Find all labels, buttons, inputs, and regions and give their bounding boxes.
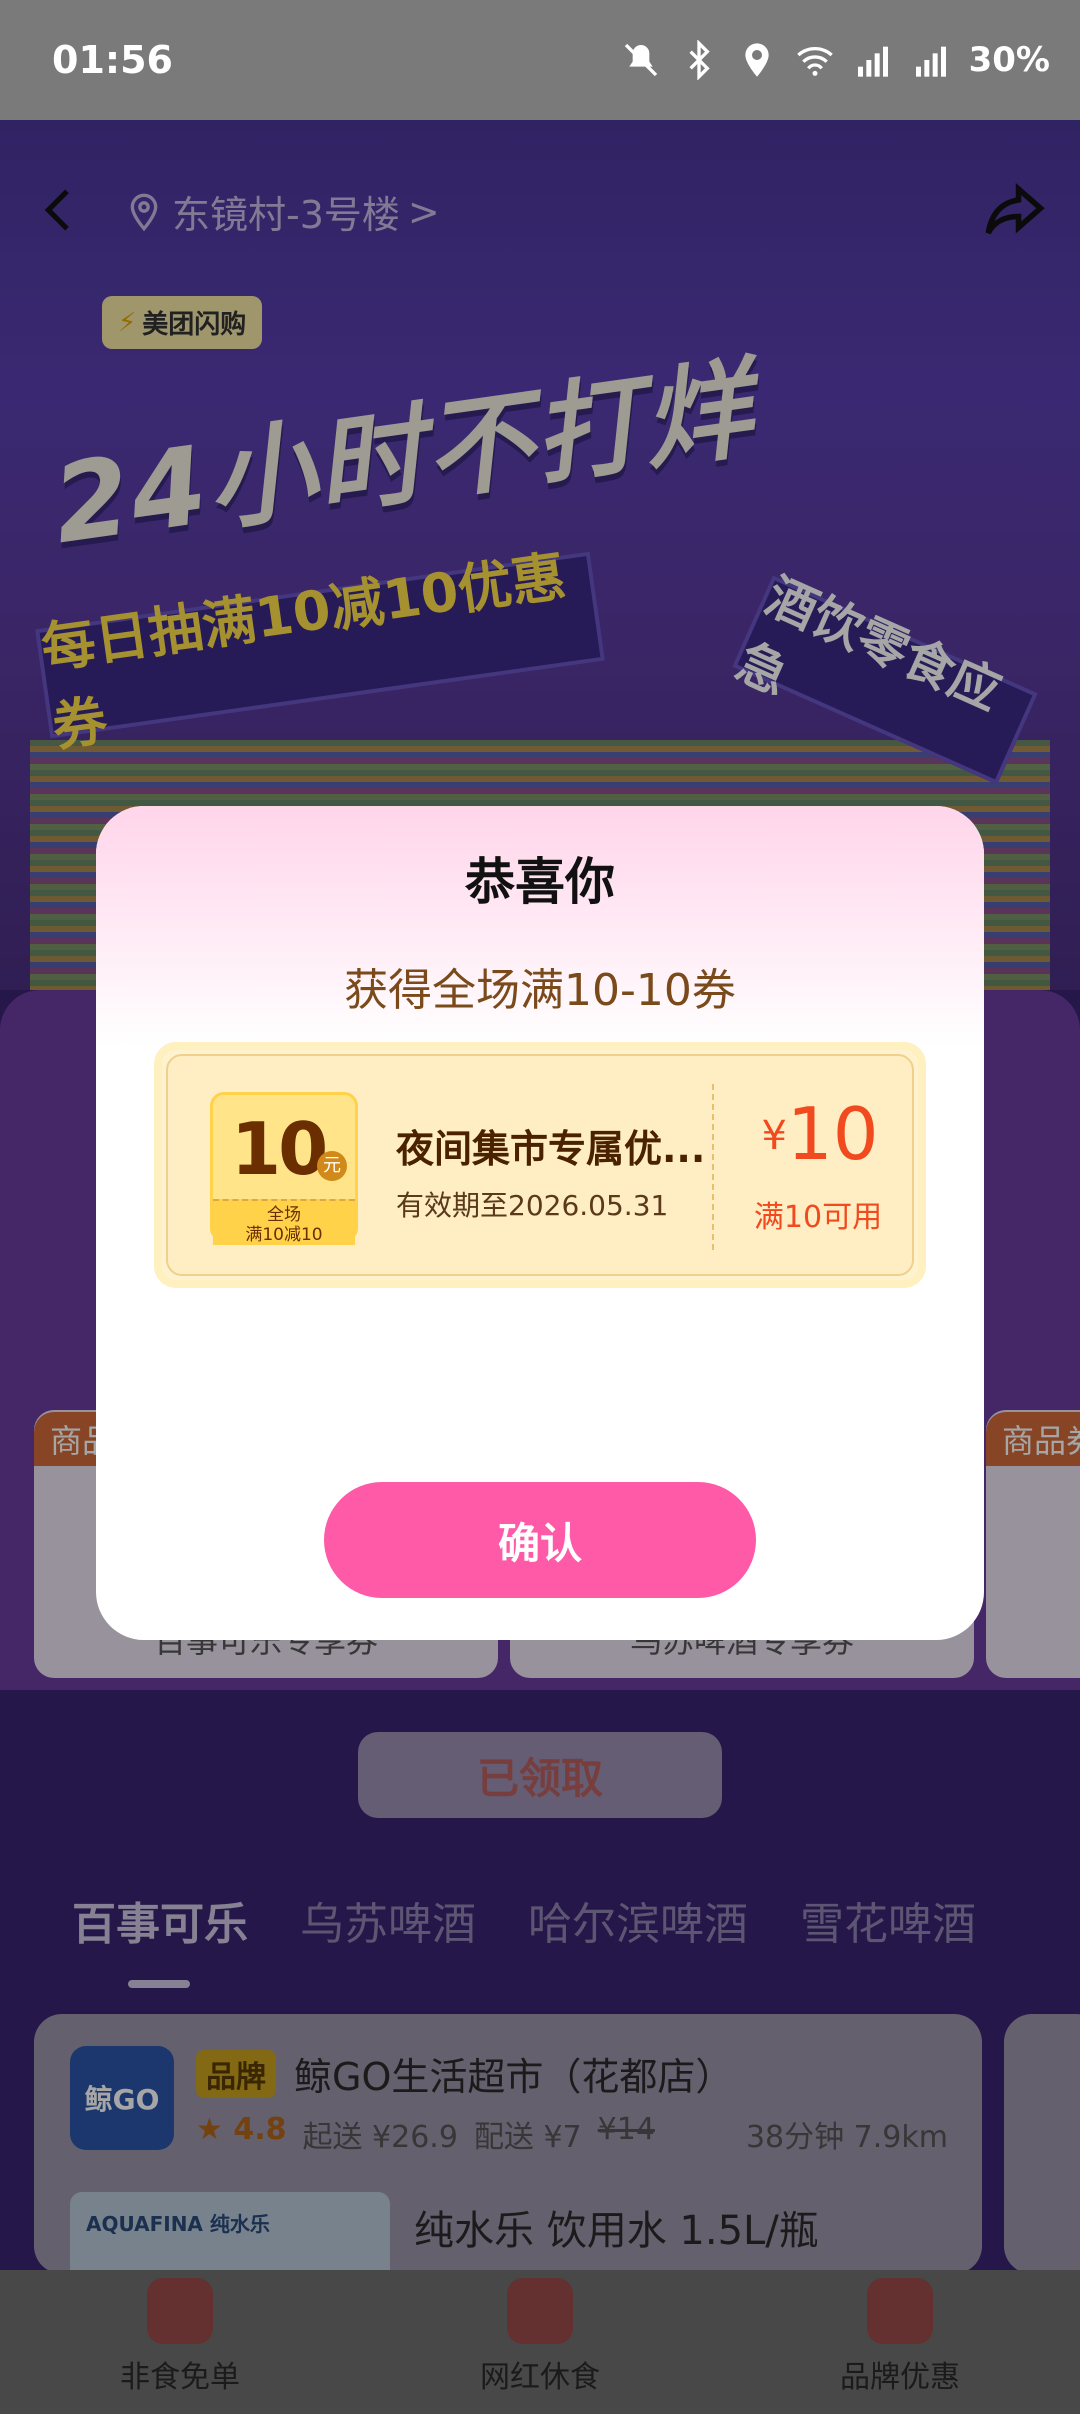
coupon-validity: 有效期至2026.05.31 (396, 1189, 669, 1222)
badge-subtext: 全场 满10减10 (213, 1199, 355, 1245)
badge-unit: 元 (317, 1151, 347, 1181)
dialog-subtitle: 获得全场满10-10券 (344, 965, 736, 1016)
coupon-value: 10 (786, 1092, 879, 1176)
coupon-reward-dialog: 恭喜你 获得全场满10-10券 10 元 全场 满10减10 夜间集市专属优..… (96, 806, 984, 1640)
status-bar: 01:56 30% (0, 0, 1080, 120)
location-icon (744, 43, 769, 77)
coupon-ticket-inner: 10 元 全场 满10减10 夜间集市专属优... 有效期至2026.05.31… (166, 1054, 914, 1276)
bluetooth-icon (689, 40, 710, 80)
coupon-badge: 10 元 全场 满10减10 (210, 1092, 358, 1245)
mute-icon (624, 43, 657, 77)
coupon-ticket: 10 元 全场 满10减10 夜间集市专属优... 有效期至2026.05.31… (154, 1042, 926, 1288)
status-icons: 30% (621, 40, 1050, 80)
coupon-title: 夜间集市专属优... (396, 1127, 706, 1171)
coupon-divider (712, 1084, 714, 1250)
status-time: 01:56 (52, 38, 173, 82)
battery-percent: 30% (968, 40, 1050, 80)
coupon-amount: ¥10 (744, 1092, 896, 1176)
confirm-button[interactable]: 确认 (324, 1482, 756, 1598)
currency-symbol: ¥ (761, 1113, 787, 1159)
wifi-icon (796, 47, 833, 76)
coupon-condition: 满10可用 (753, 1200, 883, 1235)
dialog-title: 恭喜你 (465, 853, 615, 911)
badge-amount: 10 (231, 1107, 328, 1191)
signal-icon (915, 46, 946, 77)
signal-icon (857, 46, 888, 77)
